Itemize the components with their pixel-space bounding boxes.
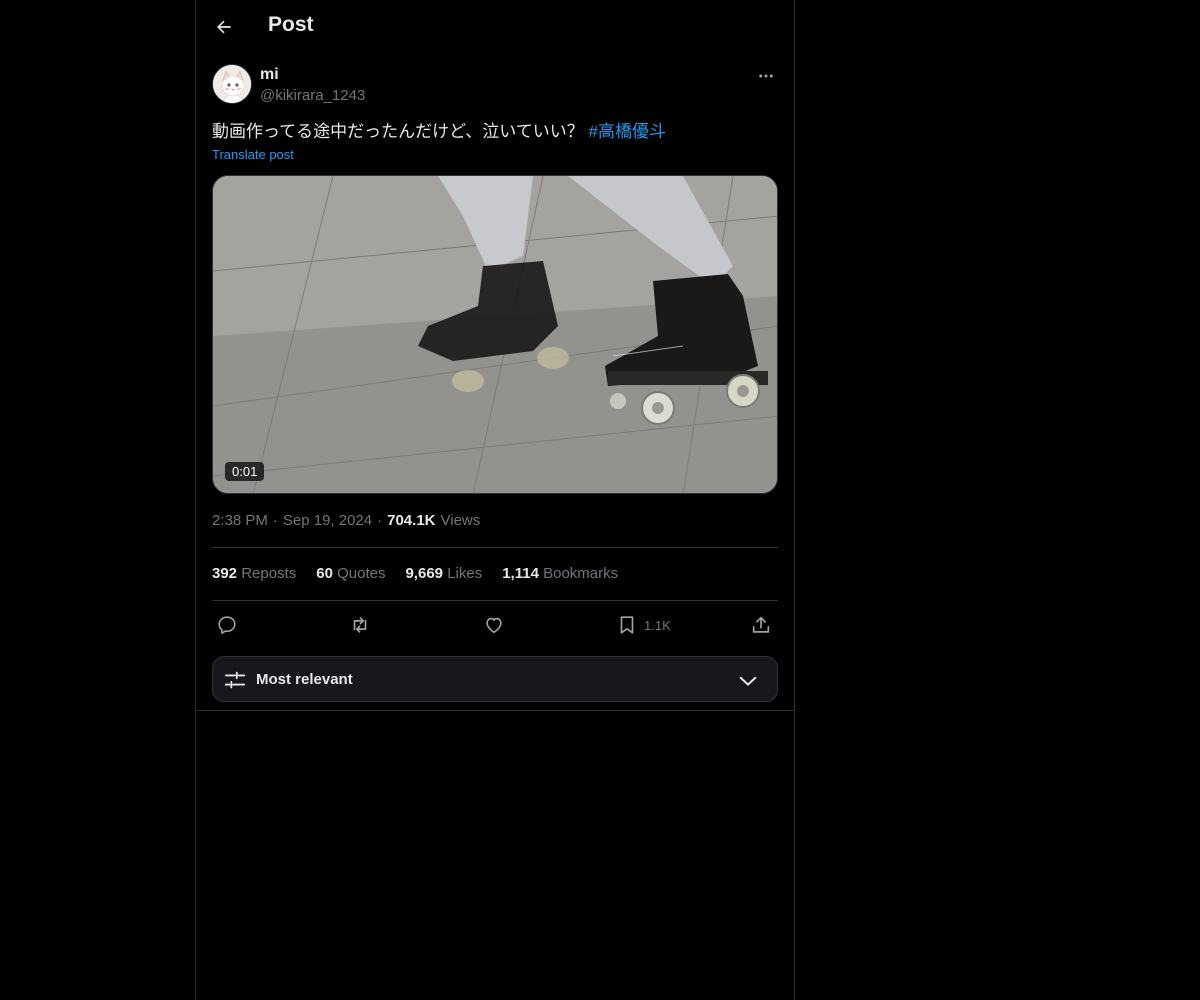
divider xyxy=(212,600,778,601)
repost-icon xyxy=(353,617,367,633)
more-options-button[interactable] xyxy=(754,64,778,88)
video-frame xyxy=(213,176,777,493)
reply-button[interactable] xyxy=(216,612,238,638)
like-button[interactable] xyxy=(483,612,505,638)
avatar[interactable] xyxy=(212,64,252,104)
views-count: 704.1K xyxy=(387,512,436,529)
bookmarks-stat[interactable]: 1,114 Bookmarks xyxy=(502,565,618,582)
bookmarks-label: Bookmarks xyxy=(543,565,619,582)
cat-avatar-icon xyxy=(213,65,251,103)
post-text: 動画作ってる途中だったんだけど、泣いていい？ #高橋優斗 xyxy=(212,120,778,144)
author-handle[interactable]: @kikirara_1243 xyxy=(260,87,365,104)
post-meta: 2:38 PM · Sep 19, 2024 · 704.1K Views xyxy=(212,512,480,529)
reposts-count: 392 xyxy=(212,565,238,582)
post-author: mi @kikirara_1243 xyxy=(212,64,778,108)
bookmark-button[interactable]: 1.1K xyxy=(616,612,671,638)
timeline-column: Post mi @kikirara_1243 動画作ってる途中だったんだけど、泣… xyxy=(195,0,795,1000)
chevron-down-icon xyxy=(739,676,757,686)
page: Post mi @kikirara_1243 動画作ってる途中だったんだけど、泣… xyxy=(0,0,1200,1000)
divider xyxy=(212,547,778,548)
sliders-icon xyxy=(224,671,246,689)
meta-separator: · xyxy=(377,512,383,529)
reply-icon xyxy=(218,616,236,635)
likes-count: 9,669 xyxy=(405,565,444,582)
hashtag-link[interactable]: #高橋優斗 xyxy=(589,122,666,141)
post-stats: 392 Reposts 60 Quotes 9,669 Likes 1,114 … xyxy=(212,565,618,582)
more-horizontal-icon xyxy=(759,74,773,78)
share-icon xyxy=(752,616,770,633)
divider xyxy=(196,710,794,711)
likes-stat[interactable]: 9,669 Likes xyxy=(405,565,482,582)
bookmark-icon xyxy=(620,616,634,634)
post-body: 動画作ってる途中だったんだけど、泣いていい？ xyxy=(212,122,589,141)
post-actions: 1.1K xyxy=(212,612,778,638)
meta-separator: · xyxy=(272,512,278,529)
page-header: Post xyxy=(196,0,794,54)
share-button[interactable] xyxy=(750,612,772,638)
page-title: Post xyxy=(268,13,314,36)
reposts-label: Reposts xyxy=(241,565,297,582)
sort-replies-dropdown[interactable]: Most relevant xyxy=(212,656,778,702)
back-button[interactable] xyxy=(208,11,240,43)
bookmarks-count: 1,114 xyxy=(502,565,539,582)
quotes-stat[interactable]: 60 Quotes xyxy=(316,565,385,582)
video-player[interactable]: 0:01 xyxy=(212,175,778,494)
reposts-stat[interactable]: 392 Reposts xyxy=(212,565,296,582)
likes-label: Likes xyxy=(447,565,483,582)
video-duration: 0:01 xyxy=(225,462,265,481)
views-label: Views xyxy=(440,512,481,529)
post-time[interactable]: 2:38 PM xyxy=(212,512,268,529)
heart-icon xyxy=(486,617,502,634)
sort-label: Most relevant xyxy=(256,671,353,688)
translate-post-link[interactable]: Translate post xyxy=(212,147,294,162)
post-date[interactable]: Sep 19, 2024 xyxy=(283,512,372,529)
bookmark-count: 1.1K xyxy=(644,617,671,633)
quotes-count: 60 xyxy=(316,565,333,582)
arrow-left-icon xyxy=(217,20,231,34)
quotes-label: Quotes xyxy=(337,565,386,582)
repost-button[interactable] xyxy=(349,612,371,638)
author-display-name[interactable]: mi xyxy=(260,66,279,84)
